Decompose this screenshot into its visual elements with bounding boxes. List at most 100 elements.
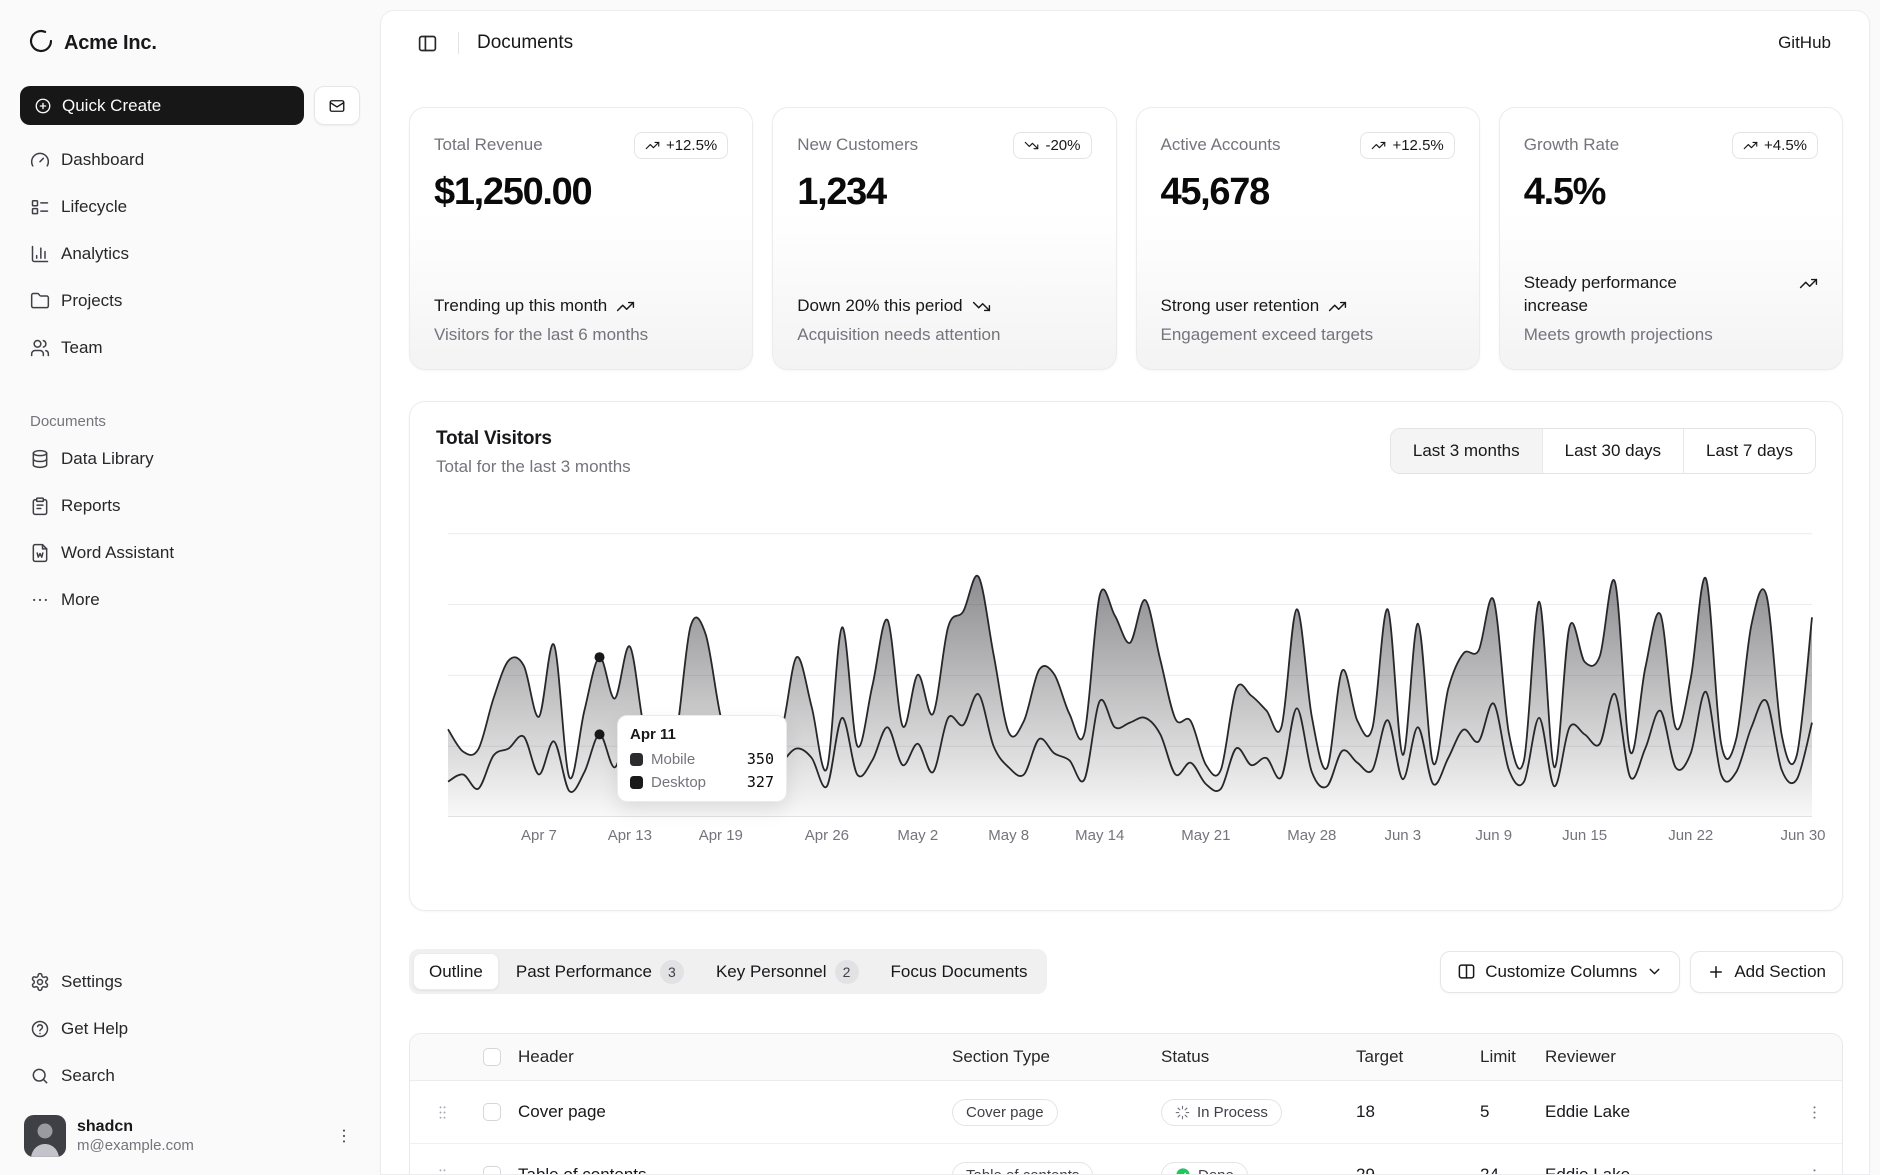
tab-past-performance[interactable]: Past Performance3 bbox=[501, 953, 699, 990]
dots-vertical-icon bbox=[1805, 1103, 1824, 1122]
sidebar-item-data-library[interactable]: Data Library bbox=[20, 440, 360, 478]
user-card[interactable]: shadcn m@example.com bbox=[20, 1111, 360, 1161]
cell-reviewer: Eddie Lake bbox=[1545, 1165, 1786, 1175]
table-row: Cover pageCover pageIn Process185Eddie L… bbox=[410, 1081, 1842, 1144]
main-panel: Documents GitHub Total Revenue+12.5%$1,2… bbox=[380, 10, 1870, 1175]
row-checkbox[interactable] bbox=[483, 1166, 501, 1175]
x-tick: Jun 3 bbox=[1384, 827, 1421, 844]
row-menu-button[interactable] bbox=[1786, 1103, 1842, 1122]
list-details-icon bbox=[30, 197, 50, 217]
x-tick: Jun 15 bbox=[1562, 827, 1607, 844]
trending-up-icon bbox=[1371, 138, 1386, 153]
sidebar-item-word-assistant[interactable]: Word Assistant bbox=[20, 534, 360, 572]
stat-value: $1,250.00 bbox=[434, 171, 728, 214]
stat-label: Active Accounts bbox=[1161, 132, 1281, 155]
database-icon bbox=[30, 449, 50, 469]
add-section-button[interactable]: Add Section bbox=[1690, 951, 1843, 993]
col-limit: Limit bbox=[1480, 1047, 1545, 1067]
sidebar-item-projects[interactable]: Projects bbox=[20, 282, 360, 320]
brand[interactable]: Acme Inc. bbox=[20, 20, 360, 64]
columns-icon bbox=[1457, 962, 1476, 981]
loader-icon bbox=[1175, 1105, 1190, 1120]
dots-vertical-icon bbox=[1805, 1166, 1824, 1175]
status-badge-done: Done bbox=[1161, 1162, 1248, 1175]
sidebar-item-more[interactable]: More bbox=[20, 581, 360, 619]
file-word-icon bbox=[30, 543, 50, 563]
table-row: Table of contentsTable of contentsDone29… bbox=[410, 1144, 1842, 1175]
sidebar-nav-main: Dashboard Lifecycle Analytics Projects Team bbox=[20, 141, 360, 367]
tab-count-badge: 3 bbox=[660, 960, 684, 984]
trending-up-icon bbox=[645, 138, 660, 153]
plus-circle-icon bbox=[34, 97, 52, 115]
help-circle-icon bbox=[30, 1019, 50, 1039]
customize-columns-button[interactable]: Customize Columns bbox=[1440, 951, 1680, 993]
trending-down-icon bbox=[972, 297, 991, 316]
stat-label: New Customers bbox=[797, 132, 918, 155]
tab-outline[interactable]: Outline bbox=[413, 953, 499, 990]
drag-handle[interactable] bbox=[410, 1166, 474, 1175]
stat-card-total-revenue: Total Revenue+12.5%$1,250.00Trending up … bbox=[409, 107, 753, 370]
panel-left-icon bbox=[417, 33, 438, 54]
github-link[interactable]: GitHub bbox=[1778, 33, 1831, 53]
row-menu-button[interactable] bbox=[1786, 1166, 1842, 1175]
trend-badge: +12.5% bbox=[1360, 132, 1454, 159]
x-axis-ticks: Apr 7Apr 13Apr 19Apr 26May 2May 8May 14M… bbox=[448, 827, 1812, 853]
stat-card-active-accounts: Active Accounts+12.5%45,678Strong user r… bbox=[1136, 107, 1480, 370]
col-status: Status bbox=[1161, 1047, 1356, 1067]
sections-table: HeaderSection TypeStatusTargetLimitRevie… bbox=[409, 1033, 1843, 1175]
user-email: m@example.com bbox=[77, 1138, 194, 1155]
sidebar-group-label: Documents bbox=[30, 413, 360, 430]
mail-icon bbox=[328, 97, 346, 115]
sidebar-item-get-help[interactable]: Get Help bbox=[20, 1010, 360, 1048]
trending-up-icon bbox=[1328, 297, 1347, 316]
page-title: Documents bbox=[477, 32, 573, 54]
cell-status: In Process bbox=[1161, 1099, 1356, 1126]
table-tabs: OutlinePast Performance3Key Personnel2Fo… bbox=[409, 949, 1047, 994]
stat-footer-title: Down 20% this period bbox=[797, 295, 1091, 318]
x-tick: Apr 26 bbox=[805, 827, 849, 844]
tab-key-personnel[interactable]: Key Personnel2 bbox=[701, 953, 874, 990]
row-checkbox[interactable] bbox=[483, 1103, 501, 1121]
chevron-down-icon bbox=[1646, 963, 1663, 980]
chart-tooltip: Apr 11 Mobile350Desktop327 bbox=[617, 715, 787, 802]
trend-badge: +4.5% bbox=[1732, 132, 1818, 159]
sidebar-item-settings[interactable]: Settings bbox=[20, 963, 360, 1001]
trending-up-icon bbox=[616, 297, 635, 316]
stat-footer-subtitle: Visitors for the last 6 months bbox=[434, 325, 728, 345]
sidebar-item-lifecycle[interactable]: Lifecycle bbox=[20, 188, 360, 226]
tab-count-badge: 2 bbox=[835, 960, 859, 984]
drag-handle[interactable] bbox=[410, 1103, 474, 1122]
plus-circle-icon bbox=[34, 97, 52, 115]
x-tick: May 14 bbox=[1075, 827, 1124, 844]
area-chart[interactable]: Apr 11 Mobile350Desktop327 bbox=[448, 529, 1812, 817]
avatar bbox=[24, 1115, 66, 1157]
range-last-3-months[interactable]: Last 3 months bbox=[1391, 429, 1542, 473]
inbox-button[interactable] bbox=[314, 86, 360, 125]
range-last-7-days[interactable]: Last 7 days bbox=[1683, 429, 1815, 473]
cell-target: 18 bbox=[1356, 1102, 1480, 1122]
clipboard-report-icon bbox=[30, 496, 50, 516]
users-icon bbox=[30, 338, 50, 358]
chevron-down-icon bbox=[1646, 963, 1663, 980]
range-last-30-days[interactable]: Last 30 days bbox=[1542, 429, 1683, 473]
gauge-icon bbox=[30, 150, 50, 170]
stat-label: Growth Rate bbox=[1524, 132, 1619, 155]
stat-footer-title: Steady performance increase bbox=[1524, 272, 1818, 318]
stat-value: 4.5% bbox=[1524, 171, 1818, 214]
cell-header[interactable]: Table of contents bbox=[510, 1165, 952, 1175]
sidebar-item-dashboard[interactable]: Dashboard bbox=[20, 141, 360, 179]
columns-icon bbox=[1457, 962, 1476, 981]
col-header: Header bbox=[510, 1047, 952, 1067]
quick-create-button[interactable]: Quick Create bbox=[20, 86, 304, 125]
cell-header[interactable]: Cover page bbox=[510, 1102, 952, 1122]
sidebar-item-search[interactable]: Search bbox=[20, 1057, 360, 1095]
stat-footer-title: Trending up this month bbox=[434, 295, 728, 318]
sidebar-item-analytics[interactable]: Analytics bbox=[20, 235, 360, 273]
sidebar-toggle-button[interactable] bbox=[411, 27, 444, 60]
select-all-checkbox[interactable] bbox=[483, 1048, 501, 1066]
sidebar-item-reports[interactable]: Reports bbox=[20, 487, 360, 525]
sidebar-item-team[interactable]: Team bbox=[20, 329, 360, 367]
user-menu-icon[interactable] bbox=[334, 1126, 354, 1146]
tab-focus-documents[interactable]: Focus Documents bbox=[876, 953, 1043, 990]
tooltip-row: Desktop327 bbox=[630, 773, 774, 791]
